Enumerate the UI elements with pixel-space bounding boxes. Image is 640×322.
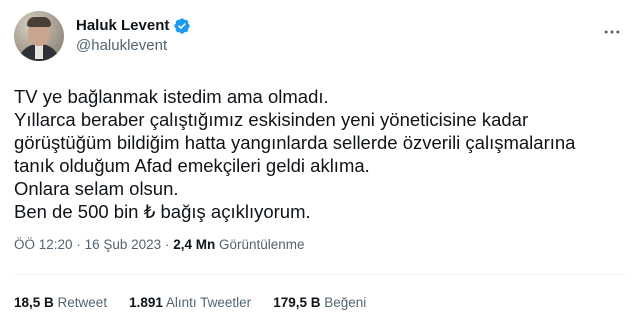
views-label: Görüntülenme <box>218 237 305 252</box>
tweet-meta: ÖÖ 12:20 · 16 Şub 2023 · 2,4 Mn Görüntül… <box>14 236 305 254</box>
likes-count: 179,5 B <box>273 295 321 310</box>
avatar-hair <box>27 17 51 27</box>
likes-stat[interactable]: 179,5 B Beğeni <box>273 294 366 312</box>
verified-badge-icon <box>173 17 191 35</box>
quotes-count: 1.891 <box>129 295 163 310</box>
quotes-stat[interactable]: 1.891 Alıntı Tweetler <box>129 294 251 312</box>
tweet-line: Ben de 500 bin ₺ bağış açıklıyorum. <box>14 201 311 222</box>
meta-separator: · <box>164 237 170 252</box>
retweets-label: Retweet <box>57 295 108 310</box>
retweets-stat[interactable]: 18,5 B Retweet <box>14 294 107 312</box>
avatar-shirt <box>35 45 43 59</box>
tweet-line: Onlara selam olsun. <box>14 178 179 199</box>
retweets-count: 18,5 B <box>14 295 54 310</box>
tweet-header: Haluk Levent @haluklevent <box>14 10 191 62</box>
meta-separator: · <box>76 237 81 252</box>
more-options-icon[interactable] <box>602 22 622 45</box>
tweet-text: TV ye bağlanmak istedim ama olmadı. Yıll… <box>14 85 614 223</box>
name-row: Haluk Levent <box>76 16 191 36</box>
tweet-time[interactable]: ÖÖ 12:20 <box>14 237 73 252</box>
tweet-line: TV ye bağlanmak istedim ama olmadı. <box>14 86 329 107</box>
views-count: 2,4 Mn <box>173 237 216 252</box>
quotes-label: Alıntı Tweetler <box>165 295 252 310</box>
author-display-name[interactable]: Haluk Levent <box>76 16 169 36</box>
avatar[interactable] <box>14 11 64 61</box>
tweet-line: görüştüğüm bildiğim hatta yangınlarda se… <box>14 132 576 153</box>
tweet-line: Yıllarca beraber çalıştığımız eskisinden… <box>14 109 529 130</box>
divider <box>14 274 626 275</box>
tweet-date[interactable]: 16 Şub 2023 <box>85 237 162 252</box>
author-names: Haluk Levent @haluklevent <box>76 16 191 56</box>
tweet-line: tanık olduğum Afad emekçileri geldi aklı… <box>14 155 370 176</box>
likes-label: Beğeni <box>324 295 367 310</box>
author-handle[interactable]: @haluklevent <box>76 36 191 56</box>
engagement-stats: 18,5 B Retweet 1.891 Alıntı Tweetler 179… <box>14 294 366 312</box>
